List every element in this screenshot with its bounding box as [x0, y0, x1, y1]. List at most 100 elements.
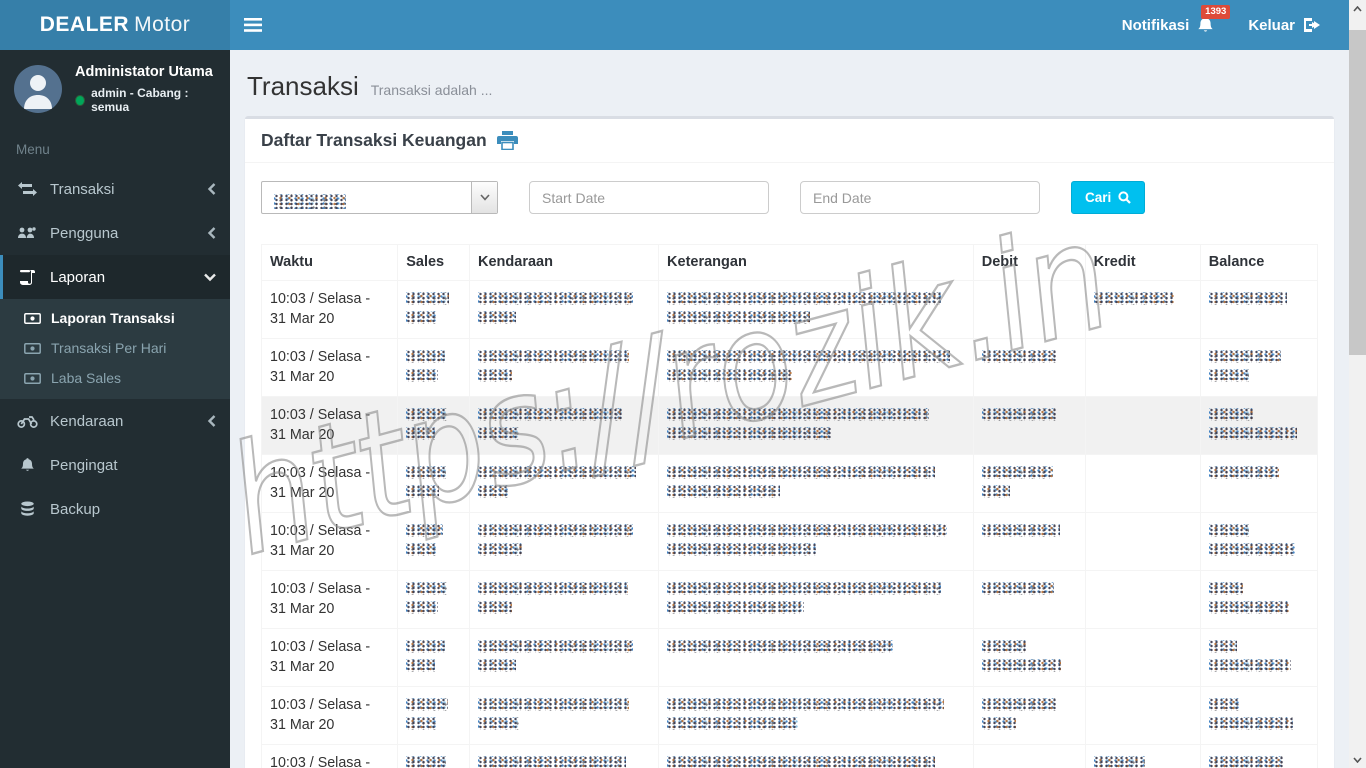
- cell-sales-censored: [397, 512, 471, 571]
- table-row[interactable]: 10:03 / Selasa - 31 Mar 20: [260, 280, 1319, 339]
- notifications-menu[interactable]: Notifikasi 1393: [1122, 5, 1231, 34]
- cell-balance-censored: [1199, 628, 1319, 687]
- navbar-right: Notifikasi 1393 Keluar: [1122, 0, 1349, 50]
- column-header-kredit: Kredit: [1084, 244, 1201, 281]
- avatar: [14, 65, 62, 113]
- hamburger-icon: [244, 18, 262, 32]
- sidebar-item-label: Pengingat: [50, 456, 118, 474]
- cell-balance-censored: [1199, 570, 1319, 629]
- cell-sales-censored: [397, 628, 471, 687]
- start-date-input[interactable]: [529, 181, 769, 214]
- content-header: Transaksi Transaksi adalah ...: [245, 65, 1334, 116]
- sidebar-toggle-button[interactable]: [230, 0, 276, 50]
- sign-out-icon: [1304, 18, 1320, 32]
- cell-keterangan-censored: [658, 686, 974, 745]
- cell-kredit-censored: [1084, 628, 1201, 687]
- money-icon: [22, 312, 42, 324]
- cell-balance-censored: [1199, 396, 1319, 455]
- bell-wrap: 1393: [1197, 5, 1231, 34]
- table-row[interactable]: 10:03 / Selasa - 31 Mar 20: [260, 744, 1319, 768]
- cell-waktu: 10:03 / Selasa - 31 Mar 20: [260, 570, 399, 629]
- search-button-label: Cari: [1085, 190, 1112, 205]
- search-button[interactable]: Cari: [1071, 181, 1146, 214]
- cell-debit-censored: [972, 686, 1086, 745]
- search-icon: [1118, 191, 1132, 204]
- table-row[interactable]: 10:03 / Selasa - 31 Mar 20: [260, 338, 1319, 397]
- cell-keterangan-censored: [658, 454, 974, 513]
- cell-waktu: 10:03 / Selasa - 31 Mar 20: [260, 628, 399, 687]
- printer-icon: [496, 131, 518, 150]
- user-name: Administator Utama: [75, 64, 213, 80]
- end-date-input[interactable]: [800, 181, 1040, 214]
- table-row[interactable]: 10:03 / Selasa - 31 Mar 20: [260, 454, 1319, 513]
- table-body: 10:03 / Selasa - 31 Mar 20 10:03 / Selas…: [260, 280, 1319, 768]
- cell-waktu: 10:03 / Selasa - 31 Mar 20: [260, 338, 399, 397]
- cell-kredit-censored: [1084, 512, 1201, 571]
- column-header-sales: Sales: [397, 244, 471, 281]
- scroll-down-arrow-icon[interactable]: [1349, 751, 1366, 768]
- sidebar-item-laba-sales[interactable]: Laba Sales: [0, 363, 230, 393]
- table-row[interactable]: 10:03 / Selasa - 31 Mar 20: [260, 396, 1319, 455]
- cell-kredit-censored: [1084, 338, 1201, 397]
- cell-kendaraan-censored: [469, 396, 660, 455]
- cell-balance-censored: [1199, 744, 1319, 768]
- cell-kredit-censored: [1084, 454, 1201, 513]
- sidebar-item-label: Backup: [50, 500, 101, 518]
- table-row[interactable]: 10:03 / Selasa - 31 Mar 20: [260, 686, 1319, 745]
- cell-balance-censored: [1199, 512, 1319, 571]
- branch-select[interactable]: [261, 181, 498, 214]
- sidebar-item-laporan-transaksi[interactable]: Laporan Transaksi: [0, 303, 230, 333]
- cell-kendaraan-censored: [469, 454, 660, 513]
- cell-sales-censored: [397, 686, 471, 745]
- print-button[interactable]: [496, 131, 518, 150]
- sidebar-item-transaksi[interactable]: Transaksi: [0, 167, 230, 211]
- user-info: Administator Utama admin - Cabang : semu…: [75, 64, 216, 114]
- column-header-keterangan: Keterangan: [658, 244, 974, 281]
- column-header-debit: Debit: [972, 244, 1086, 281]
- vertical-scrollbar[interactable]: [1349, 0, 1366, 768]
- sidebar-menu: Transaksi Pengguna Laporan Laporan Trans…: [0, 167, 230, 531]
- database-icon: [16, 501, 38, 517]
- cell-waktu: 10:03 / Selasa - 31 Mar 20: [260, 454, 399, 513]
- sidebar-item-laporan[interactable]: Laporan: [0, 255, 230, 299]
- censored-select-value: [274, 194, 346, 209]
- filter-bar: Cari: [261, 181, 1318, 214]
- sidebar-item-backup[interactable]: Backup: [0, 487, 230, 531]
- cell-keterangan-censored: [658, 396, 974, 455]
- sidebar-item-kendaraan[interactable]: Kendaraan: [0, 399, 230, 443]
- logout-button[interactable]: Keluar: [1248, 17, 1321, 34]
- scroll-up-arrow-icon[interactable]: [1349, 0, 1366, 17]
- column-header-waktu: Waktu: [260, 244, 399, 281]
- sidebar-item-pengguna[interactable]: Pengguna: [0, 211, 230, 255]
- table-row[interactable]: 10:03 / Selasa - 31 Mar 20: [260, 570, 1319, 629]
- cell-kendaraan-censored: [469, 512, 660, 571]
- money-icon: [22, 372, 42, 384]
- cell-debit-censored: [972, 338, 1086, 397]
- menu-header: Menu: [16, 142, 50, 157]
- chevron-left-icon: [207, 227, 216, 239]
- cell-debit-censored: [972, 280, 1086, 339]
- sidebar-item-pengingat[interactable]: Pengingat: [0, 443, 230, 487]
- cell-debit-censored: [972, 512, 1086, 571]
- cell-sales-censored: [397, 396, 471, 455]
- app-logo[interactable]: DEALER Motor: [0, 0, 230, 50]
- bell-icon: [16, 457, 38, 473]
- cell-debit-censored: [972, 454, 1086, 513]
- user-status-text: admin - Cabang : semua: [91, 86, 189, 114]
- cell-keterangan-censored: [658, 570, 974, 629]
- table-row[interactable]: 10:03 / Selasa - 31 Mar 20: [260, 512, 1319, 571]
- cell-keterangan-censored: [658, 280, 974, 339]
- sidebar-item-transaksi-per-hari[interactable]: Transaksi Per Hari: [0, 333, 230, 363]
- page-subtitle: Transaksi adalah ...: [370, 82, 493, 98]
- brand-bold: DEALER: [39, 13, 130, 36]
- cell-kendaraan-censored: [469, 338, 660, 397]
- scrollbar-thumb[interactable]: [1349, 30, 1366, 355]
- cell-balance-censored: [1199, 338, 1319, 397]
- cell-debit-censored: [972, 628, 1086, 687]
- cell-balance-censored: [1199, 454, 1319, 513]
- column-header-balance: Balance: [1199, 244, 1319, 281]
- table-row[interactable]: 10:03 / Selasa - 31 Mar 20: [260, 628, 1319, 687]
- content-wrapper: Transaksi Transaksi adalah ... Daftar Tr…: [230, 50, 1349, 768]
- cell-kredit-censored: [1084, 686, 1201, 745]
- chevron-down-icon: [204, 273, 216, 282]
